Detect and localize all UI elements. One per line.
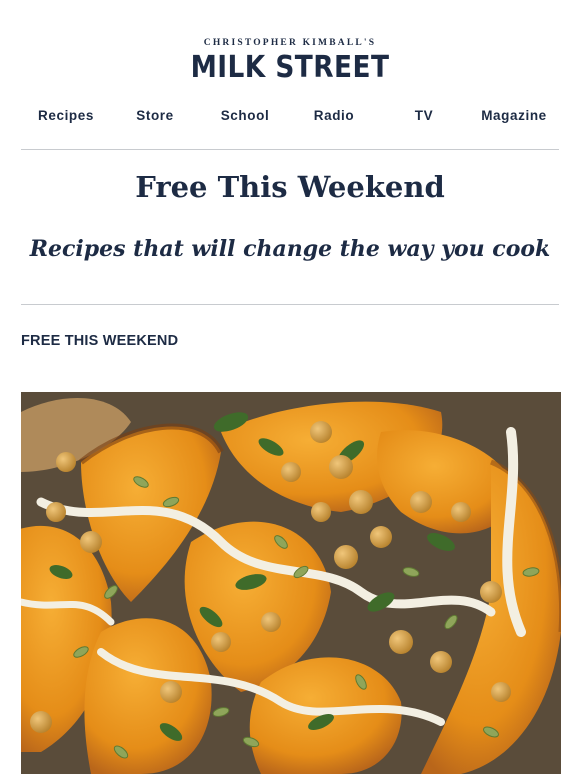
divider-middle: [21, 304, 559, 305]
brand-kicker: CHRISTOPHER KIMBALL'S: [203, 38, 377, 48]
nav-item-store[interactable]: Store: [136, 108, 174, 123]
nav-item-recipes[interactable]: Recipes: [38, 108, 94, 123]
hero-image[interactable]: [21, 392, 561, 774]
roasted-squash-photo-icon: [21, 392, 561, 774]
nav-item-school[interactable]: School: [221, 108, 270, 123]
main-nav: Recipes Store School Radio TV Magazine: [21, 108, 559, 128]
section-heading: FREE THIS WEEKEND: [21, 333, 179, 349]
tagline: Recipes that will change the way you coo…: [29, 236, 551, 262]
divider-top: [21, 149, 559, 150]
page-title: Free This Weekend: [135, 170, 445, 204]
email-page: CHRISTOPHER KIMBALL'S MILK STREET Recipe…: [0, 0, 580, 774]
brand-logo[interactable]: MILK STREET: [35, 50, 545, 85]
nav-item-radio[interactable]: Radio: [314, 108, 355, 123]
nav-item-magazine[interactable]: Magazine: [481, 108, 547, 123]
nav-item-tv[interactable]: TV: [415, 108, 433, 123]
